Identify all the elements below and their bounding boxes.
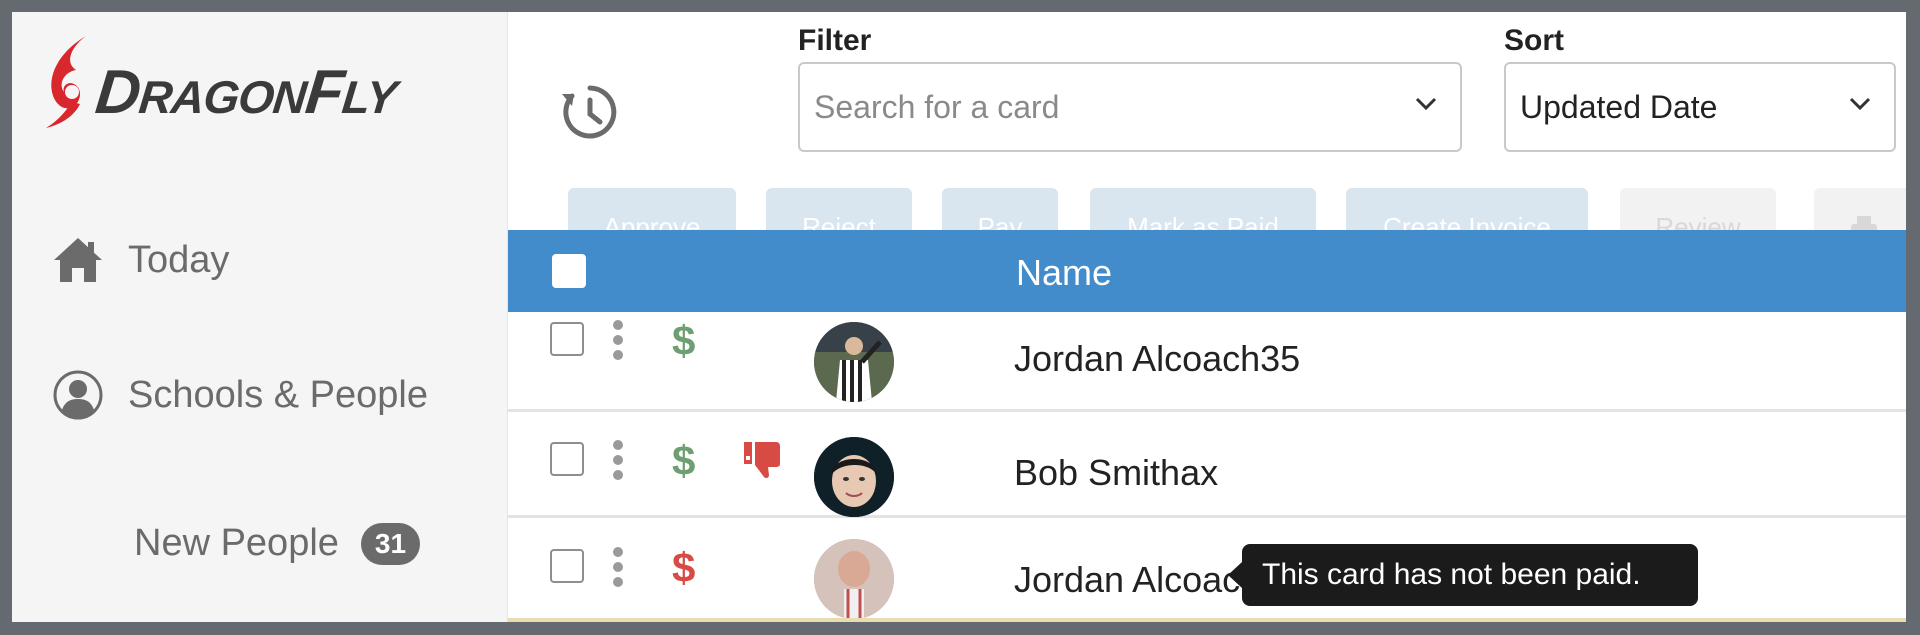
column-header-name[interactable]: Name — [1016, 252, 1112, 294]
filter-label: Filter — [798, 24, 872, 57]
sidebar-item-label: New People — [134, 522, 339, 564]
kebab-menu-icon[interactable] — [612, 547, 624, 587]
sidebar-item-label: Schools & People — [128, 373, 428, 416]
paid-dollar-icon[interactable]: $ — [672, 440, 695, 482]
sort-label: Sort — [1504, 24, 1564, 57]
table-row[interactable]: $ Jordan Alcoach35 — [508, 312, 1906, 412]
count-badge: 31 — [360, 522, 421, 565]
select-all-checkbox[interactable] — [552, 254, 586, 288]
table-row[interactable]: $ Bob Smithax — [508, 412, 1906, 518]
history-button[interactable] — [558, 82, 618, 142]
table-header: Name — [508, 230, 1906, 312]
search-placeholder: Search for a card — [814, 88, 1060, 125]
user-circle-icon — [52, 369, 104, 421]
row-checkbox[interactable] — [550, 322, 584, 356]
avatar — [814, 322, 894, 402]
sort-value: Updated Date — [1520, 88, 1718, 125]
next-row-edge — [508, 618, 1906, 622]
sort-select[interactable]: Updated Date — [1504, 62, 1896, 152]
dragonfly-logo[interactable]: DRAGONFLY — [42, 32, 482, 132]
history-icon — [562, 85, 617, 139]
chevron-down-icon — [1849, 97, 1871, 111]
app-window: DRAGONFLY Today Schools & People New Peo… — [12, 12, 1906, 622]
home-icon — [52, 234, 104, 286]
sidebar-item-new-people[interactable]: New People 31 — [134, 522, 421, 565]
thumbs-down-icon[interactable] — [742, 440, 782, 480]
chevron-down-icon — [1415, 97, 1437, 111]
unpaid-dollar-icon[interactable]: $ — [672, 547, 695, 589]
payment-status-tooltip: This card has not been paid. — [1228, 544, 1698, 606]
sidebar-item-schools-people[interactable]: Schools & People — [52, 369, 428, 421]
kebab-menu-icon[interactable] — [612, 320, 624, 360]
sidebar-item-today[interactable]: Today — [52, 234, 229, 286]
paid-dollar-icon[interactable]: $ — [672, 320, 695, 362]
avatar — [814, 437, 894, 517]
row-name[interactable]: Jordan Alcoach35 — [1014, 338, 1300, 380]
main-content: Filter Search for a card Sort Updated Da… — [508, 12, 1906, 622]
card-search-select[interactable]: Search for a card — [798, 62, 1462, 152]
sidebar-item-label: Today — [128, 238, 230, 281]
row-name[interactable]: Bob Smithax — [1014, 452, 1218, 494]
logo-wordmark: DRAGONFLY — [92, 58, 399, 127]
row-checkbox[interactable] — [550, 549, 584, 583]
row-checkbox[interactable] — [550, 442, 584, 476]
avatar — [814, 539, 894, 619]
sidebar: DRAGONFLY Today Schools & People New Peo… — [12, 12, 508, 622]
kebab-menu-icon[interactable] — [612, 440, 624, 480]
